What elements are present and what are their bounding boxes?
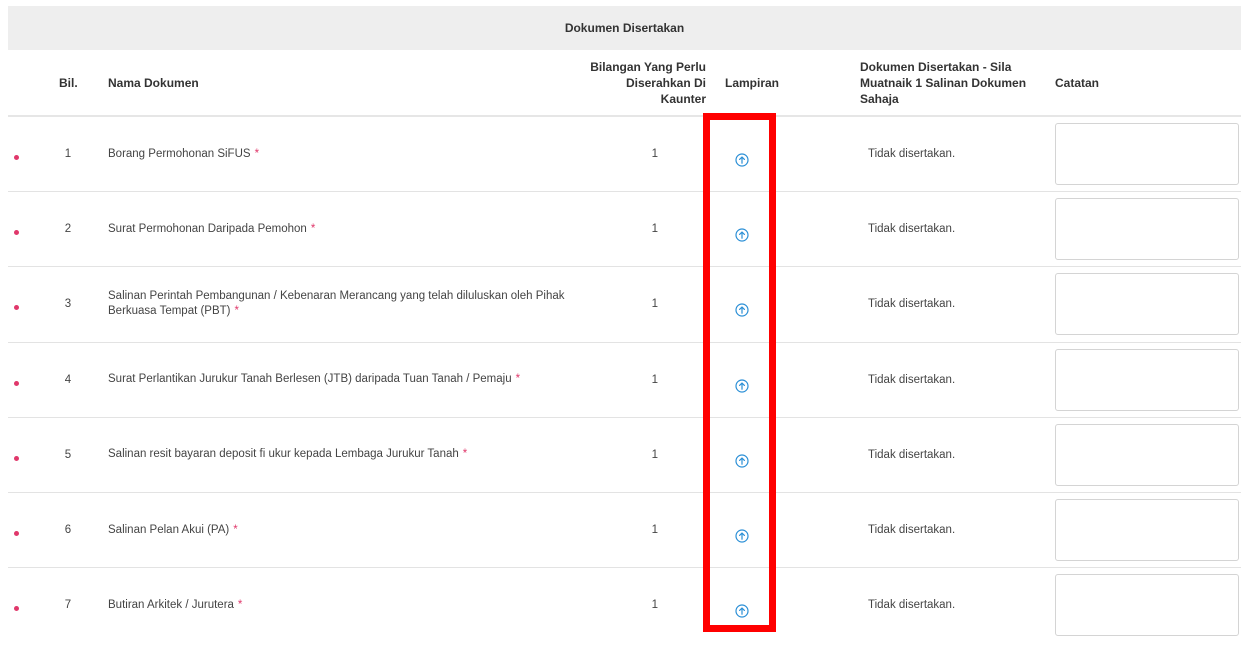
col-header-bil: Bil. [59,76,78,90]
required-mark: * [234,305,239,318]
quantity: 1 [651,298,658,311]
required-mark: * [515,373,521,386]
lampiran-cell [734,499,750,573]
table-row: 6 Salinan Pelan Akui (PA) * 1 Tidak diser… [8,493,1241,567]
row-bullet [14,606,19,612]
row-number: 5 [64,448,72,461]
attachment-status: Tidak disertakan. [868,448,956,461]
row-number: 3 [64,298,72,311]
document-name: Salinan Pelan Akui (PA) * [108,493,588,567]
upload-icon[interactable] [735,303,749,317]
upload-icon[interactable] [735,529,749,543]
row-bullet [14,455,19,461]
catatan-input[interactable] [1055,574,1239,637]
col-header-lampiran: Lampiran [725,76,780,90]
required-mark: * [233,523,238,536]
row-number: 7 [64,599,72,612]
document-name-text: Butiran Arkitek / Jurutera [108,598,234,611]
required-mark: * [254,147,260,160]
document-name: Surat Permohonan Daripada Pemohon * [108,192,588,266]
document-name: Borang Permohonan SiFUS * [108,117,588,191]
col-header-catatan: Catatan [1055,76,1100,90]
document-name-text: Salinan resit bayaran deposit fi ukur ke… [108,448,459,461]
col-header-disertakan: Dokumen Disertakan - Sila Muatnaik 1 Sal… [860,60,1027,106]
document-name: Salinan resit bayaran deposit fi ukur ke… [108,418,588,492]
table-row: 7 Butiran Arkitek / Jurutera * 1 Tidak di… [8,568,1241,642]
upload-icon[interactable] [735,153,749,167]
upload-icon[interactable] [735,454,749,468]
document-name: Surat Perlantikan Jurukur Tanah Berlesen… [108,343,588,417]
table-row: 5 Salinan resit bayaran deposit fi ukur … [8,418,1241,492]
required-mark: * [237,598,243,611]
catatan-input[interactable] [1055,198,1239,261]
catatan-input[interactable] [1055,273,1239,336]
row-bullet [14,305,19,311]
document-name-text: Salinan Pelan Akui (PA) [108,523,230,536]
attachment-status: Tidak disertakan. [868,148,956,160]
lampiran-cell [734,424,750,498]
row-bullet [14,230,19,236]
attachment-status: Tidak disertakan. [868,524,956,536]
document-name-text: Surat Permohonan Daripada Pemohon [108,222,307,235]
row-bullet [14,155,19,160]
lampiran-cell [734,273,750,347]
catatan-input[interactable] [1055,499,1239,561]
table-row: 1 Borang Permohonan SiFUS * 1 Tidak diser… [8,117,1241,191]
catatan-input[interactable] [1055,348,1239,411]
required-mark: * [310,222,316,235]
table-row: 2 Surat Permohonan Daripada Pemohon * 1 T… [8,192,1241,266]
attachment-status: Tidak disertakan. [868,599,956,612]
row-bullet [14,531,19,536]
quantity: 1 [651,373,658,386]
section-title: Dokumen Disertakan [564,21,685,35]
catatan-input[interactable] [1055,123,1239,185]
required-mark: * [462,448,468,461]
col-header-nama: Nama Dokumen [108,76,199,90]
section-header: Dokumen Disertakan [8,6,1241,50]
row-number: 1 [64,148,72,160]
document-name: Butiran Arkitek / Jurutera * [108,568,588,642]
row-number: 6 [64,524,72,536]
quantity: 1 [651,524,658,536]
attachment-status: Tidak disertakan. [868,373,956,386]
upload-icon[interactable] [735,378,749,393]
document-name-text: Borang Permohonan SiFUS [108,147,251,160]
document-name-text: Surat Perlantikan Jurukur Tanah Berlesen… [108,373,512,386]
col-header-bilangan: Bilangan Yang Perlu Diserahkan Di Kaunte… [590,60,706,106]
lampiran-cell [734,198,750,272]
attachment-status: Tidak disertakan. [868,298,956,311]
quantity: 1 [651,223,658,236]
upload-icon[interactable] [735,604,749,618]
lampiran-cell [734,123,750,197]
document-name: Salinan Perintah Pembangunan / Kebenaran… [108,267,588,341]
row-number: 2 [64,223,72,236]
attachment-status: Tidak disertakan. [868,223,956,236]
document-name-text: Salinan Perintah Pembangunan / Kebenaran… [108,290,565,318]
lampiran-cell [734,574,750,648]
row-bullet [14,380,19,386]
upload-icon[interactable] [735,228,749,242]
table-row: 3 Salinan Perintah Pembangunan / Kebenar… [8,267,1241,341]
quantity: 1 [651,448,658,461]
catatan-input[interactable] [1055,423,1239,486]
table-row: 4 Surat Perlantikan Jurukur Tanah Berles… [8,343,1241,417]
quantity: 1 [651,148,658,160]
quantity: 1 [651,599,658,612]
row-number: 4 [64,373,72,386]
lampiran-cell [734,349,750,423]
